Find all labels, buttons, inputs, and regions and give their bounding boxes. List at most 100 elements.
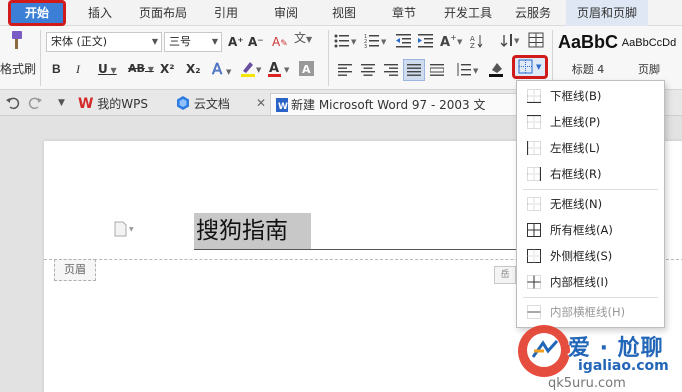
watermark-url: igaliao.com [578, 358, 669, 374]
clear-format-button[interactable]: A✎ [272, 33, 288, 53]
svg-text:▼: ▼ [536, 63, 542, 71]
text-effect-icon[interactable]: A ▼ [212, 60, 234, 79]
menu-divider [523, 297, 658, 298]
line-spacing-icon[interactable]: ▼ [456, 62, 480, 78]
svg-text:+: + [450, 33, 457, 42]
italic-button[interactable]: I [76, 60, 80, 78]
svg-text:W: W [278, 102, 288, 112]
style-heading4-sample: AaBbC [557, 32, 618, 52]
svg-text:A: A [440, 35, 450, 50]
char-shading-icon[interactable]: A [298, 60, 316, 78]
tab-review[interactable]: 审阅 [266, 0, 306, 26]
chevron-down-icon[interactable]: ▼ [58, 94, 65, 112]
menu-item-border-all[interactable]: 所有框线(A) [517, 217, 664, 243]
tab-insert[interactable]: 插入 [80, 0, 120, 26]
font-grow-button[interactable]: A⁺ [228, 33, 244, 51]
svg-text:▼: ▼ [381, 38, 387, 46]
chevron-down-icon: ▼ [151, 37, 158, 46]
underline-button[interactable]: U ▼ [98, 60, 117, 80]
bullet-list-icon[interactable]: ▼ [334, 33, 358, 49]
undo-icon[interactable] [6, 96, 20, 110]
font-name-value: 宋体 (正文) [51, 35, 108, 48]
border-inside-h-icon [527, 305, 541, 319]
font-size-value: 三号 [169, 35, 191, 48]
redo-icon[interactable] [28, 96, 42, 110]
menu-item-label: 无框线(N) [550, 197, 603, 211]
menu-item-border-inside[interactable]: 内部框线(I) [517, 269, 664, 295]
tab-cloud-service[interactable]: 云服务 [510, 0, 556, 26]
align-center-icon[interactable] [361, 63, 375, 77]
tab-cloud-docs[interactable]: 云文档 [176, 93, 230, 115]
menu-item-border-right[interactable]: 右框线(R) [517, 161, 664, 187]
tab-my-wps[interactable]: W 我的WPS [78, 93, 148, 115]
menu-item-border-none[interactable]: 无框线(N) [517, 191, 664, 217]
header-tag: 页眉 [54, 259, 96, 281]
tab-view[interactable]: 视图 [324, 0, 364, 26]
svg-text:A: A [212, 60, 223, 78]
numbered-list-icon[interactable]: 1 2 3 ▼ [364, 33, 388, 50]
show-marks-icon[interactable]: ▼ [500, 32, 522, 50]
style-heading4[interactable]: AaBbC 标题 4 [556, 32, 620, 86]
shading-icon[interactable] [488, 60, 506, 78]
sort-icon[interactable]: AZ [470, 33, 484, 50]
menu-item-border-inside-h[interactable]: 内部横框线(H) [517, 299, 664, 325]
justify-icon[interactable] [403, 59, 425, 81]
menu-item-label: 所有框线(A) [550, 223, 613, 237]
chinese-layout-icon[interactable]: A + ▼ [440, 32, 466, 50]
increase-indent-icon[interactable] [418, 33, 434, 49]
strikethrough-button[interactable]: AB ▼ [128, 60, 154, 79]
svg-text:▼: ▼ [351, 38, 357, 46]
align-right-icon[interactable] [384, 63, 398, 77]
menu-item-label: 上框线(P) [550, 115, 601, 129]
underline-label: U [98, 62, 108, 76]
menu-item-border-left[interactable]: 左框线(L) [517, 135, 664, 161]
menu-item-border-outside[interactable]: 外侧框线(S) [517, 243, 664, 269]
superscript-button[interactable]: X² [160, 60, 175, 78]
tab-references[interactable]: 引用 [206, 0, 246, 26]
svg-text:▼: ▼ [129, 226, 134, 233]
doc-icon[interactable]: ▼ [114, 221, 134, 237]
borders-dropdown: 下框线(B) 上框线(P) 左框线(L) 右框线(R) 无框线(N) 所有框线(… [516, 80, 665, 328]
borders-button[interactable]: ▼ [512, 55, 548, 79]
tab-home[interactable]: 开始 [8, 0, 66, 26]
menu-item-border-top[interactable]: 上框线(P) [517, 109, 664, 135]
tab-active-document[interactable]: W 新建 Microsoft Word 97 - 2003 文档.doc [270, 93, 520, 134]
tab-section[interactable]: 章节 [384, 0, 424, 26]
subscript-button[interactable]: X₂ [186, 60, 201, 78]
tab-page-layout[interactable]: 页面布局 [132, 0, 194, 26]
menu-item-label: 左框线(L) [550, 141, 600, 155]
watermark-url-secondary: qk5uru.com [548, 376, 626, 391]
close-icon[interactable]: ✕ [256, 94, 266, 112]
tab-developer[interactable]: 开发工具 [440, 0, 496, 26]
align-left-icon[interactable] [338, 63, 352, 77]
chevron-down-icon: ▼ [211, 37, 218, 46]
highlight-icon[interactable]: ▼ [240, 60, 264, 78]
font-shrink-button[interactable]: A⁻ [248, 33, 264, 51]
format-painter-icon[interactable] [6, 30, 24, 52]
clear-format-label: A [272, 35, 281, 49]
menu-item-border-bottom[interactable]: 下框线(B) [517, 83, 664, 109]
svg-text:A: A [302, 63, 311, 76]
format-painter-label[interactable]: 格式刷 [0, 60, 36, 78]
svg-text:A: A [269, 61, 279, 76]
menu-item-label: 外侧框线(S) [550, 249, 613, 263]
wps-logo-icon: W [78, 96, 94, 112]
header-marker: 岳 [494, 266, 516, 284]
border-all-icon [527, 223, 541, 237]
phonetic-button[interactable]: 文▼ [294, 29, 312, 49]
font-name-select[interactable]: 宋体 (正文) ▼ [46, 32, 162, 52]
tab-header-footer[interactable]: 页眉和页脚 [566, 0, 648, 26]
menu-item-label: 下框线(B) [550, 89, 602, 103]
font-color-icon[interactable]: A ▼ [268, 60, 292, 78]
eraser-icon: ✎ [280, 39, 288, 49]
style-footer-label: 页脚 [638, 63, 660, 76]
decrease-indent-icon[interactable] [396, 33, 412, 49]
font-size-select[interactable]: 三号 ▼ [164, 32, 222, 52]
table-grid-icon[interactable] [528, 32, 544, 48]
distribute-icon[interactable] [429, 63, 445, 77]
bold-button[interactable]: B [52, 60, 61, 78]
svg-text:▼: ▼ [226, 68, 232, 76]
header-title[interactable]: 搜狗指南 [194, 213, 311, 249]
style-footer[interactable]: AaBbCcDd 页脚 [618, 32, 680, 86]
menu-bar: 开始 插入 页面布局 引用 审阅 视图 章节 开发工具 云服务 页眉和页脚 [0, 0, 682, 26]
